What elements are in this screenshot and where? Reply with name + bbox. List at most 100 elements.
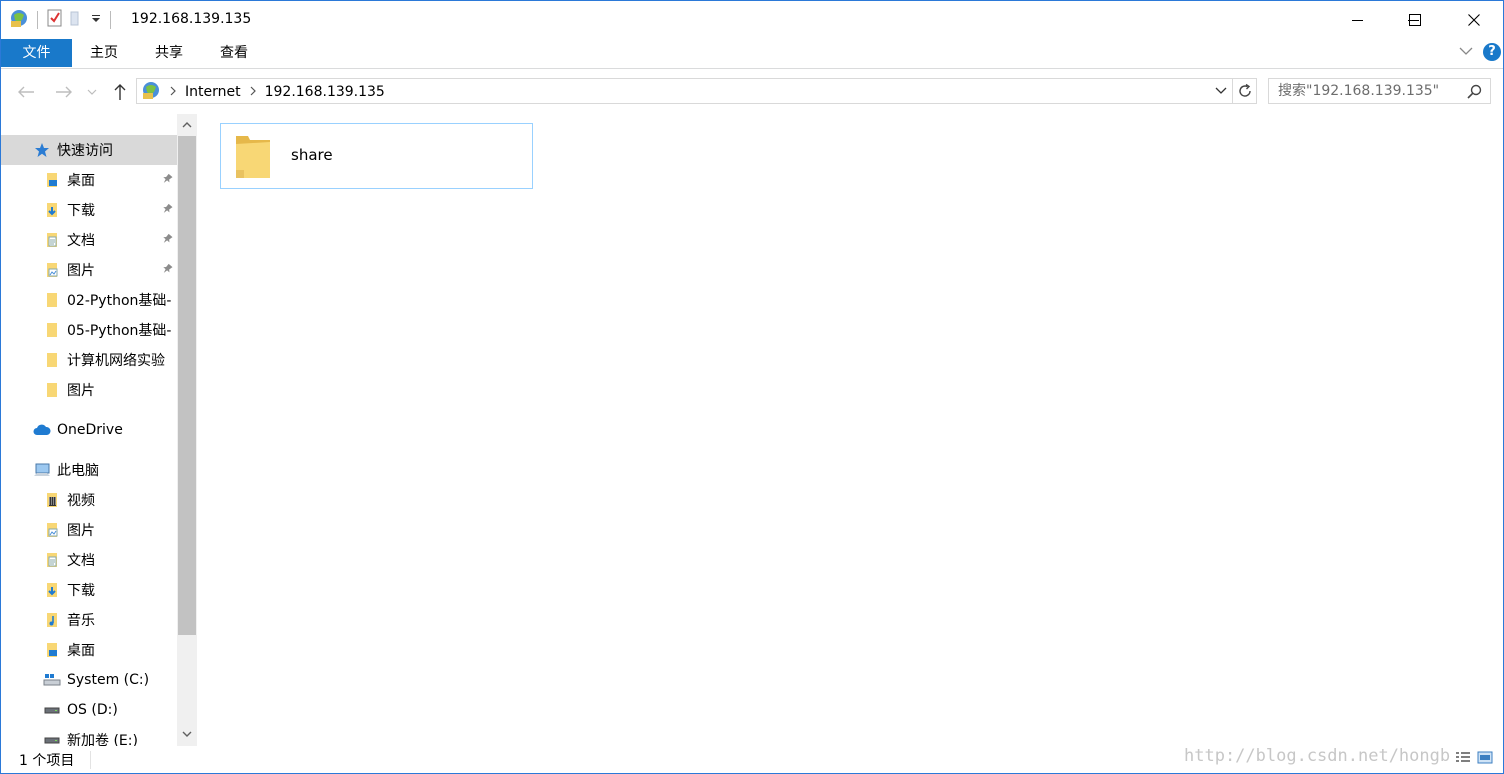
nav-item-pictures-pinned[interactable]: 图片 (1, 255, 177, 285)
up-button[interactable] (109, 81, 131, 103)
file-list-pane[interactable]: share (197, 114, 1503, 746)
nav-item-folder-python-05[interactable]: 05-Python基础- (1, 315, 177, 345)
watermark-text: http://blog.csdn.net/hongb (1184, 746, 1451, 766)
folder-tile-share[interactable]: share (220, 123, 533, 189)
videos-folder-icon (43, 491, 61, 509)
ribbon-right-controls: ? (1459, 43, 1501, 61)
nav-item-desktop-pinned[interactable]: 桌面 (1, 165, 177, 195)
music-folder-icon (43, 611, 61, 629)
pin-icon[interactable] (161, 233, 173, 249)
breadcrumb-chevron-icon[interactable] (249, 84, 257, 100)
nav-item-label: 此电脑 (57, 463, 99, 479)
nav-item-label: OneDrive (57, 422, 123, 438)
scroll-thumb[interactable] (178, 136, 196, 635)
nav-item-label: 文档 (67, 553, 95, 569)
minimize-button-area[interactable] (1329, 1, 1387, 39)
tab-file[interactable]: 文件 (1, 39, 72, 67)
pin-icon[interactable] (161, 173, 173, 189)
nav-group-gap (1, 405, 177, 415)
forward-button[interactable] (53, 81, 75, 103)
nav-item-label: System (C:) (67, 672, 150, 688)
details-view-button[interactable] (1455, 750, 1471, 770)
nav-item-videos[interactable]: 视频 (1, 485, 177, 515)
nav-item-drive-d[interactable]: OS (D:) (1, 695, 177, 725)
tab-home[interactable]: 主页 (75, 39, 133, 67)
breadcrumb-host[interactable]: 192.168.139.135 (265, 84, 385, 100)
maximize-button-area[interactable] (1386, 1, 1444, 39)
nav-item-pictures[interactable]: 图片 (1, 515, 177, 545)
help-button[interactable]: ? (1483, 43, 1501, 61)
new-folder-icon[interactable] (68, 9, 86, 31)
nav-item-music[interactable]: 音乐 (1, 605, 177, 635)
nav-item-documents[interactable]: 文档 (1, 545, 177, 575)
nav-item-label: 02-Python基础- (67, 293, 172, 309)
folder-icon (234, 132, 272, 184)
pictures-folder-icon (43, 261, 61, 279)
large-icons-view-button[interactable] (1477, 750, 1493, 770)
navigation-pane: 快速访问 桌面 下载 文档 图片 02-Python基础- 05-Python基… (1, 114, 197, 746)
breadcrumb-chevron-icon[interactable] (169, 84, 177, 100)
up-arrow-icon (114, 84, 126, 100)
nav-item-drive-e[interactable]: 新加卷 (E:) (1, 725, 177, 746)
drive-icon (43, 701, 61, 719)
desktop-folder-icon (43, 641, 61, 659)
status-bar: 1 个项目 http://blog.csdn.net/hongb (1, 746, 1503, 773)
network-location-icon (141, 80, 161, 104)
nav-this-pc[interactable]: 此电脑 (1, 455, 177, 485)
nav-item-folder-network-lab[interactable]: 计算机网络实验 (1, 345, 177, 375)
expand-ribbon-icon[interactable] (1459, 44, 1473, 60)
nav-item-label: 下载 (67, 203, 95, 219)
address-row: Internet 192.168.139.135 (1, 69, 1503, 114)
chevron-down-icon (87, 89, 97, 95)
customize-qat-icon[interactable] (90, 12, 102, 28)
item-count: 1 个项目 (19, 753, 75, 769)
nav-item-label: 视频 (67, 493, 95, 509)
pin-icon[interactable] (161, 203, 173, 219)
nav-quick-access[interactable]: 快速访问 (1, 135, 177, 165)
window-title: 192.168.139.135 (131, 11, 252, 27)
ribbon-tabs: 文件 主页 共享 查看 ? (1, 39, 1503, 69)
recent-locations-button[interactable] (84, 81, 100, 103)
nav-item-downloads[interactable]: 下载 (1, 575, 177, 605)
nav-group-gap (1, 445, 177, 455)
refresh-button[interactable] (1233, 78, 1257, 104)
back-button[interactable] (15, 81, 37, 103)
nav-item-label: 图片 (67, 523, 95, 539)
search-input[interactable] (1269, 79, 1464, 103)
properties-icon[interactable] (46, 9, 64, 31)
nav-item-drive-c[interactable]: System (C:) (1, 665, 177, 695)
system-drive-icon (43, 671, 61, 689)
breadcrumb-internet[interactable]: Internet (185, 84, 241, 100)
nav-item-desktop[interactable]: 桌面 (1, 635, 177, 665)
downloads-folder-icon (43, 201, 61, 219)
nav-item-folder-python-02[interactable]: 02-Python基础- (1, 285, 177, 315)
chevron-down-icon (182, 731, 192, 737)
navigation-tree: 快速访问 桌面 下载 文档 图片 02-Python基础- 05-Python基… (1, 135, 177, 746)
nav-item-label: 图片 (67, 263, 95, 279)
documents-folder-icon (43, 551, 61, 569)
nav-item-folder-pictures[interactable]: 图片 (1, 375, 177, 405)
chevron-up-icon (182, 121, 192, 127)
minimize-icon (1352, 20, 1363, 21)
pin-icon[interactable] (161, 263, 173, 279)
nav-item-label: 新加卷 (E:) (67, 733, 138, 746)
desktop-folder-icon (43, 171, 61, 189)
nav-scrollbar[interactable] (177, 114, 197, 746)
folder-icon (43, 381, 61, 399)
nav-item-label: 文档 (67, 233, 95, 249)
nav-onedrive[interactable]: OneDrive (1, 415, 177, 445)
downloads-folder-icon (43, 581, 61, 599)
nav-item-documents-pinned[interactable]: 文档 (1, 225, 177, 255)
nav-item-downloads-pinned[interactable]: 下载 (1, 195, 177, 225)
scroll-down-button[interactable] (177, 724, 197, 744)
search-icon[interactable] (1467, 84, 1482, 103)
address-history-button[interactable] (1210, 79, 1232, 103)
nav-item-label: 下载 (67, 583, 95, 599)
search-box[interactable] (1268, 78, 1491, 104)
address-bar[interactable]: Internet 192.168.139.135 (136, 78, 1233, 104)
nav-item-label: 桌面 (67, 643, 95, 659)
close-button[interactable] (1445, 1, 1503, 39)
scroll-up-button[interactable] (177, 114, 197, 134)
tab-share[interactable]: 共享 (140, 39, 198, 67)
tab-view[interactable]: 查看 (205, 39, 263, 67)
